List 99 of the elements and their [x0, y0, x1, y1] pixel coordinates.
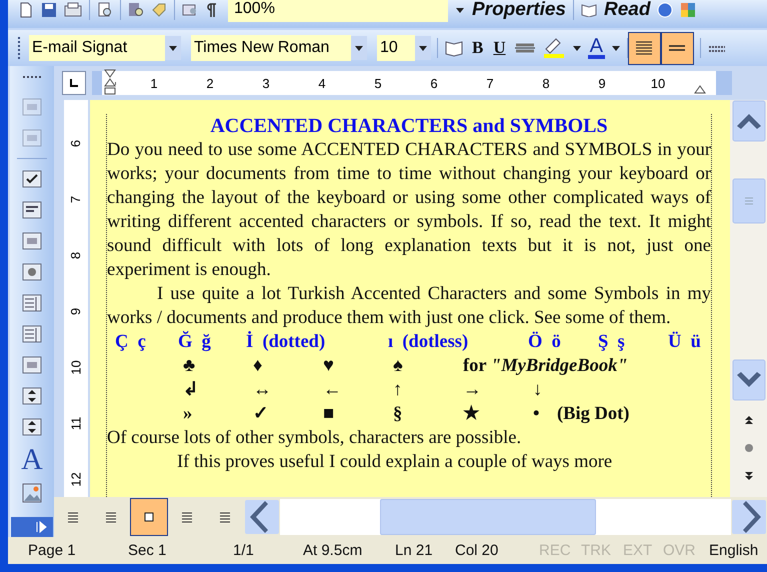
toggle-button-icon[interactable]	[21, 354, 43, 376]
dropdown-arrow-icon[interactable]	[610, 44, 621, 52]
font-size-field[interactable]: 10	[377, 35, 415, 61]
ruler-number: 9	[68, 307, 84, 315]
font-field[interactable]: Times New Roman	[191, 35, 351, 61]
save-icon[interactable]	[41, 2, 57, 18]
symbol-note: (Big Dot)	[557, 403, 630, 426]
paragraph: If this proves useful I could explain a couple of ways more	[176, 451, 614, 474]
right-indent-marker-icon[interactable]	[694, 85, 706, 94]
print-preview-icon[interactable]	[97, 2, 113, 18]
tag-icon[interactable]	[151, 2, 167, 18]
symbol: →	[463, 379, 482, 402]
previous-page-icon[interactable]	[744, 415, 754, 425]
pilcrow-icon[interactable]	[205, 2, 217, 18]
image-icon[interactable]	[21, 482, 43, 504]
status-item: 1/1	[233, 542, 255, 559]
combo-box-icon[interactable]	[21, 323, 43, 345]
symbol: »	[183, 403, 194, 426]
dropdown-arrow-icon[interactable]	[572, 44, 582, 52]
accented-letters: Ü ü	[668, 330, 702, 354]
highlighter-icon[interactable]	[542, 37, 566, 59]
justify-button[interactable]	[628, 32, 661, 64]
scroll-up-button[interactable]	[732, 100, 766, 142]
distribute-button[interactable]	[660, 32, 694, 64]
ruler-number: 7	[68, 195, 84, 203]
document-title: ACCENTED CHARACTERS and SYMBOLS	[209, 114, 609, 138]
read-button[interactable]: Read	[604, 0, 650, 21]
book-icon	[580, 3, 597, 17]
properties-button[interactable]: Properties	[472, 0, 566, 21]
symbol: ■	[323, 403, 336, 426]
book-icon[interactable]	[444, 39, 464, 57]
status-item: English	[709, 542, 758, 559]
scroll-bar-icon[interactable]	[21, 416, 43, 438]
paragraph: I use quite a lot Turkish Accented Characters and some Symbols in my works / documents and produce them with just one click. See some of them.	[107, 283, 711, 330]
symbol: •	[533, 403, 540, 426]
checkbox-icon[interactable]	[21, 168, 43, 190]
paragraph: Do you need to use some ACCENTED CHARACTERS and SYMBOLS in your works; your documents from time to time without changing your keyboard or changing the layout of the keyboard or using some other complicated ways of writing different accented characters or symbols. If so, read the text. It might sound difficult with lots of long explanation texts but it is not, just one experiment is enough.	[107, 139, 711, 282]
accented-letters: ı (dotless)	[388, 331, 470, 354]
font-color-button[interactable]: A	[588, 37, 605, 59]
dropdown-arrow-icon[interactable]	[455, 6, 465, 14]
lines-icon	[105, 511, 117, 523]
symbol: ♣	[183, 355, 196, 378]
lines-icon	[181, 511, 193, 523]
status-item: Ln 21	[395, 542, 434, 559]
ruler-number: 12	[68, 472, 84, 486]
justify-icon	[635, 40, 654, 56]
bold-button[interactable]: B	[470, 38, 486, 58]
scroll-thumb[interactable]	[732, 178, 766, 224]
style-field[interactable]: E-mail Signat	[29, 35, 165, 61]
print-layout-button[interactable]	[130, 498, 168, 536]
tab-selector-icon[interactable]	[62, 71, 86, 95]
symbol: ↑	[393, 379, 404, 402]
label-tool-button[interactable]: A	[21, 447, 43, 473]
symbol: ♦	[253, 355, 264, 378]
symbol: ↲	[183, 379, 200, 402]
zoom-field[interactable]: 100%	[228, 0, 448, 22]
lines-icon	[67, 511, 79, 523]
status-item: Col 20	[455, 542, 500, 559]
ruler-number: 8	[68, 251, 84, 259]
symbol-note: for "MyBridgeBook"	[463, 355, 628, 378]
accented-letters: İ (dotted)	[246, 330, 326, 354]
underline-button[interactable]: U	[491, 38, 508, 58]
ruler-number: 11	[68, 416, 84, 430]
accented-letters: Ç ç	[115, 331, 147, 354]
new-document-icon[interactable]	[18, 2, 34, 18]
ruler-number: 10	[68, 360, 84, 374]
symbol: ♠	[393, 355, 404, 378]
status-item: Sec 1	[128, 542, 168, 559]
scroll-down-button[interactable]	[732, 359, 766, 401]
spin-button-icon[interactable]	[21, 385, 43, 407]
scroll-thumb[interactable]	[380, 499, 596, 535]
symbol: ←	[323, 379, 342, 402]
symbol: ↔	[253, 379, 272, 402]
text-field-icon[interactable]	[21, 199, 43, 221]
radio-button-icon[interactable]	[21, 261, 43, 283]
symbol: ♥	[323, 355, 335, 378]
symbol: ↓	[533, 379, 544, 402]
list-box-icon[interactable]	[21, 292, 43, 314]
grip-icon[interactable]	[20, 74, 44, 80]
command-button-icon[interactable]	[21, 230, 43, 252]
accented-letters: Ğ ğ	[178, 330, 212, 354]
status-item: At 9.5cm	[303, 542, 364, 559]
select-browse-object-icon[interactable]	[744, 443, 754, 453]
ruler-number: 6	[68, 139, 84, 147]
scroll-left-button[interactable]	[244, 499, 280, 535]
scroll-right-button[interactable]	[731, 499, 767, 535]
symbol: ★	[463, 403, 481, 426]
status-item: Page 1	[28, 542, 77, 559]
accented-letters: Ş ş	[598, 331, 626, 354]
paragraph: Of course lots of other symbols, characters are possible.	[107, 427, 522, 450]
strikethrough-icon[interactable]	[514, 41, 536, 55]
indent-marker-icon[interactable]	[104, 69, 116, 95]
page-icon	[143, 511, 155, 523]
next-page-icon[interactable]	[744, 471, 754, 481]
lines-icon	[219, 511, 231, 523]
accented-letters: Ö ö	[528, 330, 562, 354]
office-icon[interactable]	[680, 2, 696, 18]
symbol: ✓	[253, 403, 270, 426]
symbol: §	[393, 403, 404, 426]
